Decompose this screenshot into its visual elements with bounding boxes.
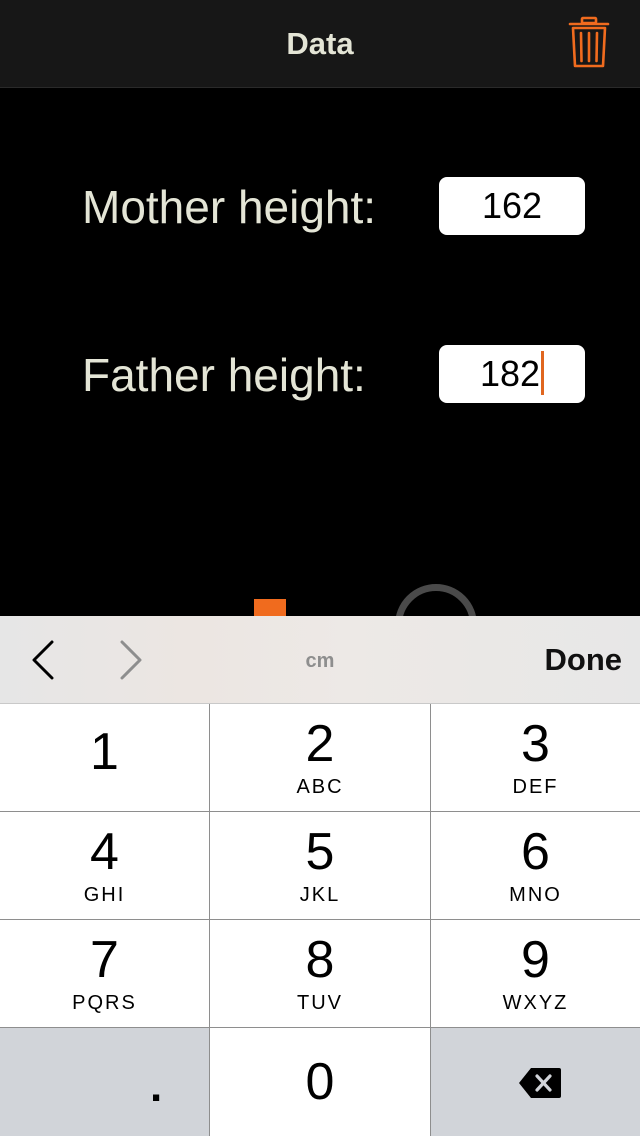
- key-letters: ABC: [296, 776, 344, 798]
- delete-button[interactable]: [566, 16, 612, 70]
- key-letters: DEF: [512, 776, 559, 798]
- key-4[interactable]: 4 GHI: [0, 812, 209, 919]
- keyboard-toolbar: cm Done: [0, 616, 640, 704]
- key-digit: 0: [305, 1053, 335, 1111]
- father-height-input[interactable]: 182: [439, 345, 585, 403]
- key-2[interactable]: 2 ABC: [210, 704, 430, 811]
- mother-height-label: Mother height:: [82, 181, 377, 233]
- key-5[interactable]: 5 JKL: [210, 812, 430, 919]
- key-digit: 5: [305, 823, 335, 881]
- mother-height-input[interactable]: 162: [439, 177, 585, 235]
- key-letters: MNO: [509, 884, 562, 906]
- navigation-bar: Data: [0, 0, 640, 88]
- backspace-icon: [519, 1068, 561, 1098]
- text-cursor: [541, 351, 545, 396]
- key-digit: 4: [90, 823, 119, 881]
- key-digit: 7: [90, 931, 119, 989]
- key-digit: 3: [521, 715, 550, 773]
- key-9[interactable]: 9 WXYZ: [431, 920, 640, 1027]
- father-height-label: Father height:: [82, 349, 366, 401]
- done-button[interactable]: Done: [545, 642, 623, 678]
- key-decimal[interactable]: .: [0, 1028, 209, 1136]
- page-title: Data: [286, 26, 354, 61]
- key-letters: JKL: [299, 884, 341, 906]
- numeric-keypad: 1 2 ABC 3 DEF 4 GHI 5 JKL 6 MNO 7 PQRS 8…: [0, 704, 640, 1136]
- key-letters: TUV: [297, 992, 343, 1014]
- key-1[interactable]: 1: [0, 704, 209, 811]
- backspace-key[interactable]: [431, 1028, 640, 1136]
- key-0[interactable]: 0: [210, 1028, 430, 1136]
- key-decimal-symbol: .: [150, 1062, 163, 1111]
- key-letters: WXYZ: [502, 992, 569, 1014]
- key-7[interactable]: 7 PQRS: [0, 920, 209, 1027]
- key-digit: 8: [305, 931, 335, 989]
- key-digit: 2: [305, 715, 335, 773]
- key-8[interactable]: 8 TUV: [210, 920, 430, 1027]
- trash-icon: [568, 16, 610, 68]
- father-height-value: 182: [479, 353, 541, 394]
- key-digit: 6: [521, 823, 550, 881]
- key-letters: GHI: [83, 884, 126, 906]
- key-letters: PQRS: [72, 992, 137, 1014]
- key-digit: 1: [90, 723, 119, 781]
- key-6[interactable]: 6 MNO: [431, 812, 640, 919]
- key-digit: 9: [521, 931, 550, 989]
- key-3[interactable]: 3 DEF: [431, 704, 640, 811]
- height-form: Mother height: 162 Father height: 182: [0, 88, 640, 666]
- mother-height-value: 162: [481, 185, 543, 226]
